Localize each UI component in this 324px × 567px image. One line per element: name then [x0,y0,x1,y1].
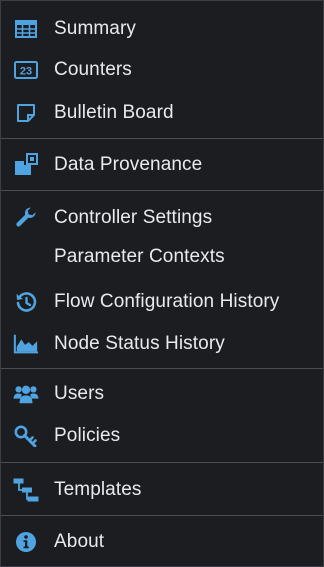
menu-item-label: Policies [54,425,121,446]
menu-item-label: Summary [54,18,136,39]
menu-item-label: Controller Settings [54,207,213,228]
menu-divider [1,190,323,191]
menu-item-templates[interactable]: Templates [1,470,323,510]
menu-item-users[interactable]: Users [1,374,323,414]
global-menu: Summary 23 Counters Bulletin Board Data … [0,0,324,567]
table-icon [13,16,39,42]
menu-item-label: Flow Configuration History [54,291,280,312]
menu-item-summary[interactable]: Summary [1,9,323,49]
menu-item-node-status-history[interactable]: Node Status History [1,324,323,364]
wrench-icon [13,205,39,231]
menu-item-bulletin-board[interactable]: Bulletin Board [1,93,323,133]
users-icon [13,381,39,407]
area-chart-icon [13,331,39,357]
menu-item-flow-configuration-history[interactable]: Flow Configuration History [1,282,323,322]
menu-divider [1,368,323,369]
menu-divider [1,462,323,463]
menu-divider [1,138,323,139]
menu-item-label: Users [54,383,105,404]
sticky-note-icon [13,100,39,126]
menu-item-label: Counters [54,59,132,80]
menu-item-policies[interactable]: Policies [1,416,323,456]
menu-item-label: Node Status History [54,333,225,354]
history-icon [13,289,39,315]
provenance-icon [13,152,39,178]
menu-item-controller-settings[interactable]: Controller Settings [1,198,323,238]
key-icon [13,423,39,449]
counter-icon: 23 [13,57,39,83]
menu-item-label: Bulletin Board [54,102,174,123]
menu-item-about[interactable]: About [1,522,323,562]
info-icon [13,529,39,555]
menu-item-label: Templates [54,479,142,500]
svg-text:23: 23 [20,66,32,78]
menu-divider [1,515,323,516]
menu-item-parameter-contexts[interactable]: Parameter Contexts [1,237,323,277]
menu-item-label: Data Provenance [54,154,203,175]
menu-item-label: About [54,531,105,552]
templates-icon [13,477,39,503]
menu-item-data-provenance[interactable]: Data Provenance [1,145,323,185]
menu-item-counters[interactable]: 23 Counters [1,50,323,90]
menu-item-label: Parameter Contexts [54,246,225,267]
